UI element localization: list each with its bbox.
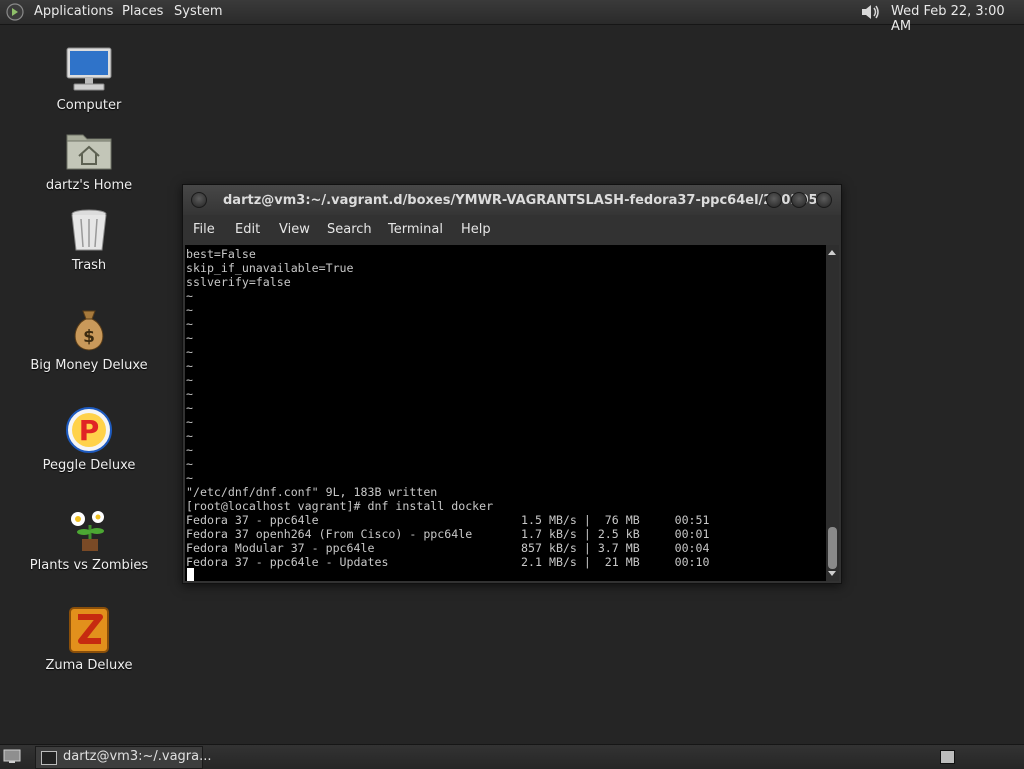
terminal-window[interactable]: dartz@vm3:~/.vagrant.d/boxes/YMWR-VAGRAN… (182, 184, 842, 584)
scroll-down-arrow-icon[interactable] (828, 571, 836, 576)
trash-icon (71, 209, 107, 251)
desktop-icon-trash[interactable]: Trash (14, 205, 164, 273)
minimize-button[interactable] (766, 192, 782, 208)
terminal-line: ~ (186, 401, 193, 415)
desktop-icon-label: Zuma Deluxe (45, 658, 133, 673)
desktop-icon-label: Plants vs Zombies (29, 558, 149, 573)
terminal-icon (41, 751, 57, 765)
menu-edit[interactable]: Edit (235, 222, 260, 237)
desktop-icon-label: dartz's Home (45, 178, 133, 193)
desktop-icon-label: Trash (71, 258, 107, 273)
top-panel: Applications Places System Wed Feb 22, 3… (0, 0, 1024, 34)
terminal-line: ~ (186, 429, 193, 443)
scroll-up-arrow-icon[interactable] (828, 250, 836, 255)
desktop-icon-zuma[interactable]: Zuma Deluxe (14, 605, 164, 673)
menu-help[interactable]: Help (461, 222, 491, 237)
terminal-line: "/etc/dnf/dnf.conf" 9L, 183B written (186, 485, 438, 499)
desktop-icon-computer[interactable]: Computer (14, 45, 164, 113)
desktop-icon-label: Big Money Deluxe (30, 358, 148, 373)
menu-terminal[interactable]: Terminal (388, 222, 443, 237)
window-title: dartz@vm3:~/.vagrant.d/boxes/YMWR-VAGRAN… (223, 193, 833, 208)
taskbar-item-terminal[interactable]: dartz@vm3:~/.vagra... (35, 746, 212, 769)
terminal-line: ~ (186, 387, 193, 401)
terminal-line: ~ (186, 331, 193, 345)
money-bag-icon: $ (74, 310, 104, 351)
terminal-line: ~ (186, 373, 193, 387)
computer-icon (66, 47, 112, 91)
desktop-icon-label: Computer (56, 98, 122, 113)
scrollbar-thumb[interactable] (828, 527, 837, 569)
bottom-panel: dartz@vm3:~/.vagra... (0, 744, 1024, 769)
terminal-menubar: File Edit View Search Terminal Help (183, 216, 841, 244)
terminal-line: ~ (186, 289, 193, 303)
peggle-icon: P (66, 407, 112, 453)
terminal-line: ~ (186, 359, 193, 373)
desktop-icon-label: Peggle Deluxe (42, 458, 136, 473)
plants-icon (71, 511, 104, 551)
volume-icon[interactable] (860, 2, 882, 22)
terminal-line: [root@localhost vagrant]# dnf install do… (186, 499, 494, 513)
window-menu-button[interactable] (191, 192, 207, 208)
menu-view[interactable]: View (279, 222, 310, 237)
terminal-line: Fedora Modular 37 - ppc64le 857 kB/s | 3… (186, 541, 710, 555)
terminal-line: ~ (186, 303, 193, 317)
terminal-line: Fedora 37 - ppc64le 1.5 MB/s | 76 MB 00:… (186, 513, 710, 527)
desktop-icon-big-money[interactable]: $ Big Money Deluxe (14, 305, 164, 373)
taskbar-item-label: dartz@vm3:~/.vagra... (63, 749, 212, 764)
terminal-line: ~ (186, 443, 193, 457)
desktop-icon-home[interactable]: dartz's Home (14, 125, 164, 193)
terminal-scrollbar[interactable] (826, 245, 839, 581)
menu-file[interactable]: File (193, 222, 215, 237)
distro-logo-icon[interactable] (6, 3, 24, 21)
terminal-line: ~ (186, 317, 193, 331)
terminal-line: ~ (186, 457, 193, 471)
menu-search[interactable]: Search (327, 222, 372, 237)
desktop-icon-plants-vs-zombies[interactable]: Plants vs Zombies (14, 505, 164, 573)
workspace-switcher[interactable] (940, 750, 955, 764)
terminal-cursor (187, 568, 194, 581)
svg-text:$: $ (83, 327, 95, 347)
home-folder-icon (66, 134, 112, 170)
terminal-line: ~ (186, 471, 193, 485)
close-button[interactable] (816, 192, 832, 208)
terminal-line: sslverify=false (186, 275, 291, 289)
terminal-line: ~ (186, 345, 193, 359)
show-desktop-icon[interactable] (3, 749, 21, 764)
terminal-line: ~ (186, 415, 193, 429)
terminal-output[interactable]: best=False skip_if_unavailable=True sslv… (185, 245, 826, 581)
places-menu[interactable]: Places (122, 4, 163, 19)
window-titlebar[interactable]: dartz@vm3:~/.vagrant.d/boxes/YMWR-VAGRAN… (183, 185, 841, 215)
clock[interactable]: Wed Feb 22, 3:00 AM (891, 4, 1024, 34)
svg-text:P: P (79, 414, 100, 447)
applications-menu[interactable]: Applications (34, 4, 113, 19)
zuma-icon (69, 607, 109, 653)
system-menu[interactable]: System (174, 4, 222, 19)
terminal-line: Fedora 37 - ppc64le - Updates 2.1 MB/s |… (186, 555, 710, 569)
desktop-icon-peggle[interactable]: P Peggle Deluxe (14, 405, 164, 473)
terminal-line: Fedora 37 openh264 (From Cisco) - ppc64l… (186, 527, 710, 541)
terminal-line: skip_if_unavailable=True (186, 261, 354, 275)
terminal-line: best=False (186, 247, 256, 261)
maximize-button[interactable] (791, 192, 807, 208)
